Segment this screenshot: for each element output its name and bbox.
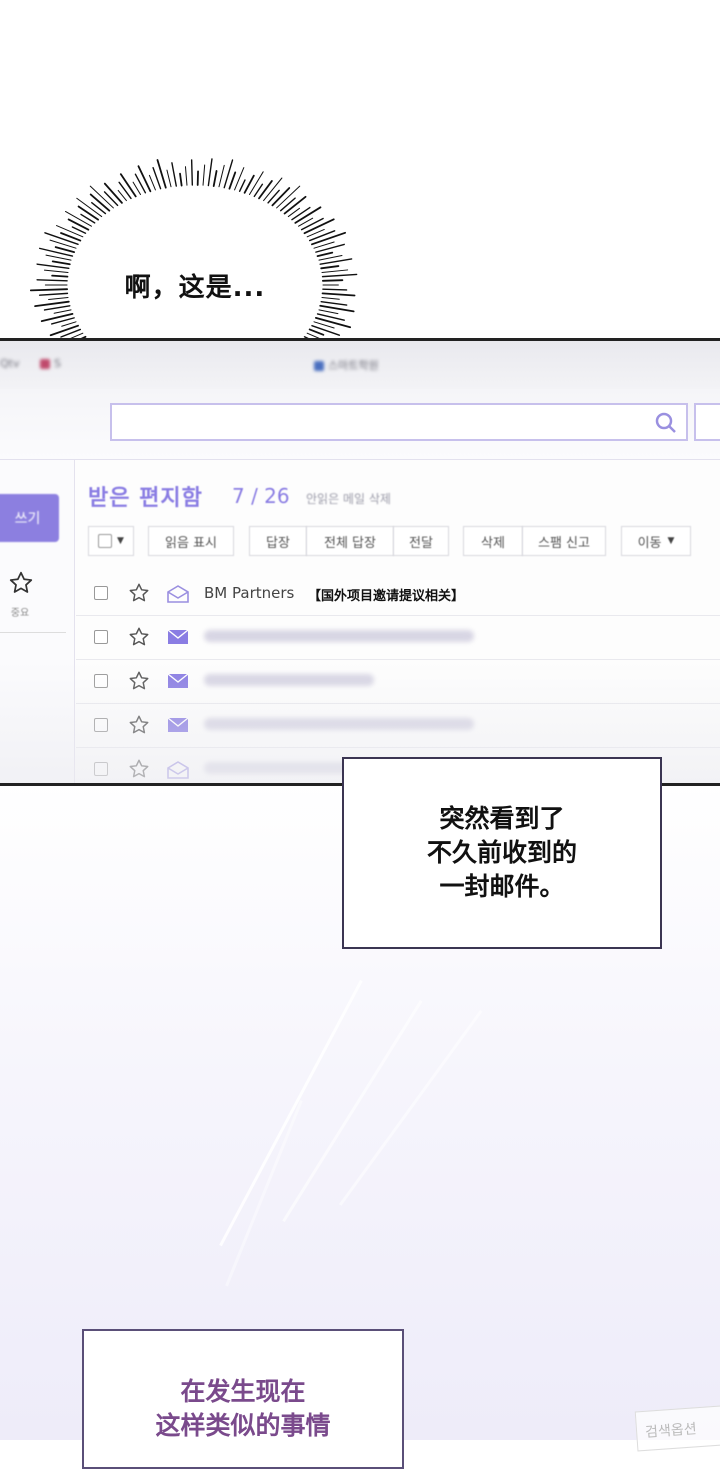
bookmark[interactable]: Qtv xyxy=(0,357,19,370)
mail-toolbar: ▼ 읽음 표시 답장 전체 답장 전달 삭제 스팸 신고 이동 ▼ xyxy=(88,526,720,558)
narration-line: 一封邮件。 xyxy=(427,870,577,904)
narration-line: 这样类似的事情 xyxy=(155,1409,330,1443)
search-row xyxy=(0,389,720,460)
inbox-count: 7 / 26 xyxy=(232,484,290,508)
select-all-checkbox[interactable] xyxy=(98,534,112,548)
closed-envelope-icon xyxy=(166,628,190,650)
blurred-subject xyxy=(204,630,474,642)
narration-line: 在发生现在 xyxy=(155,1375,330,1409)
search-icon[interactable] xyxy=(654,411,678,439)
narration-line: 突然看到了 xyxy=(427,802,577,836)
search-options-button[interactable] xyxy=(694,403,720,441)
reply-all-button[interactable]: 전체 답장 xyxy=(306,526,394,556)
spam-button[interactable]: 스팸 신고 xyxy=(522,526,606,556)
star-icon[interactable] xyxy=(128,626,150,652)
search-input[interactable] xyxy=(110,403,688,441)
row-checkbox[interactable] xyxy=(94,630,108,644)
chevron-down-icon: ▼ xyxy=(668,536,675,546)
divider xyxy=(0,632,66,633)
chevron-down-icon: ▼ xyxy=(117,536,124,546)
bookmark[interactable]: 스마트학원 xyxy=(314,357,379,373)
starred-label: 중요 xyxy=(8,604,32,619)
email-screenshot-panel: Qtv S 스마트학원 쓰기 중요 받은 편지함 7 / 26 안읽은 메일 삭… xyxy=(0,338,720,786)
delete-button[interactable]: 삭제 xyxy=(463,526,523,556)
delete-unread-link[interactable]: 안읽은 메일 삭제 xyxy=(306,490,391,507)
inbox-title: 받은 편지함 xyxy=(88,480,203,512)
bookmark[interactable]: S xyxy=(40,357,61,370)
open-envelope-icon xyxy=(166,584,190,608)
select-all-dropdown[interactable]: ▼ xyxy=(88,526,134,556)
mark-read-button[interactable]: 읽음 표시 xyxy=(148,526,234,556)
star-icon[interactable] xyxy=(128,582,150,608)
reply-button[interactable]: 답장 xyxy=(249,526,307,556)
forward-button[interactable]: 전달 xyxy=(393,526,449,556)
mail-subject: 【国外项目邀请提议相关】 xyxy=(308,585,464,604)
write-button[interactable]: 쓰기 xyxy=(0,494,59,542)
narration-box: 突然看到了 不久前收到的 一封邮件。 xyxy=(342,757,662,949)
narration-box: 在发生现在 这样类似的事情 xyxy=(82,1329,404,1469)
mail-sender: BM Partners xyxy=(204,584,294,602)
star-icon[interactable] xyxy=(8,570,34,600)
browser-bookmark-bar: Qtv S 스마트학원 xyxy=(0,341,720,389)
mail-row[interactable]: BM Partners 【国外项目邀请提议相关】 xyxy=(76,572,720,616)
narration-line: 不久前收到的 xyxy=(427,836,577,870)
row-checkbox[interactable] xyxy=(94,586,108,600)
mail-row[interactable] xyxy=(76,616,720,660)
background-card-fragment: 검색옵션 xyxy=(635,1405,720,1452)
move-dropdown[interactable]: 이동 ▼ xyxy=(621,526,691,556)
